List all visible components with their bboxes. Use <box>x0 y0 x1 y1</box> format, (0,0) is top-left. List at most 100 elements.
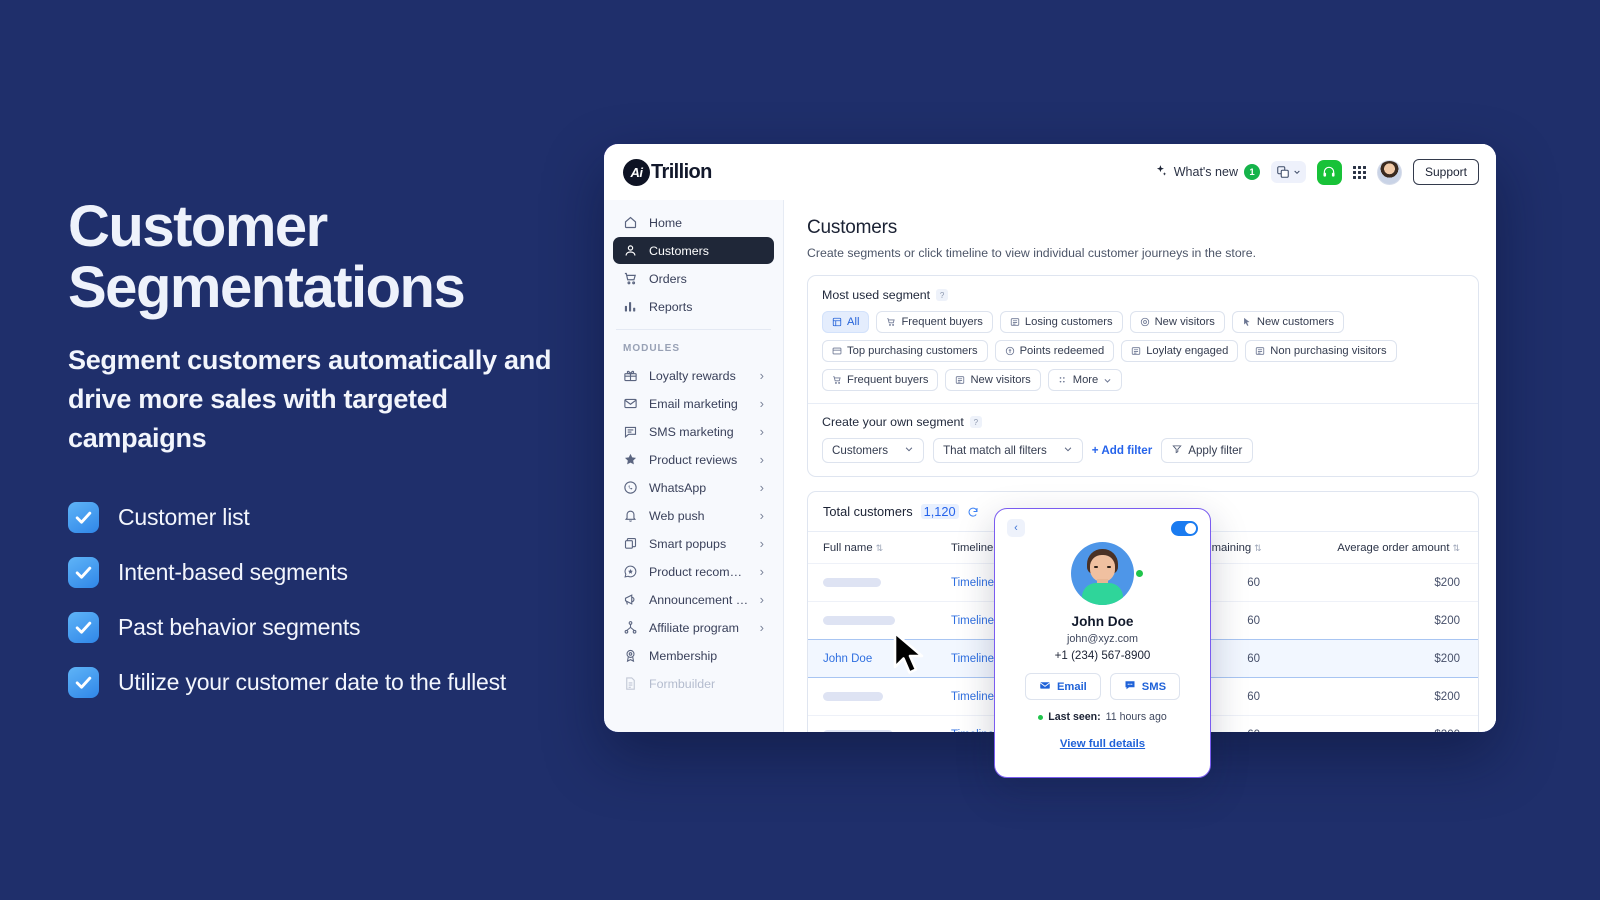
chevron-right-icon: › <box>759 620 764 635</box>
sms-button[interactable]: SMS <box>1109 673 1181 700</box>
refresh-icon[interactable] <box>967 506 979 518</box>
last-seen-label: Last seen: <box>1048 711 1101 723</box>
sms-button-label: SMS <box>1141 680 1167 693</box>
sparkle-icon <box>1154 164 1168 181</box>
segment-chip-loyalty-engaged[interactable]: Loylaty engaged <box>1121 340 1239 362</box>
match-select[interactable]: That match all filters <box>933 438 1083 463</box>
check-icon <box>68 666 99 698</box>
name-placeholder <box>823 730 893 732</box>
sidebar-item-customers[interactable]: Customers <box>613 237 774 264</box>
chat-icon <box>623 424 638 439</box>
grid-apps-icon[interactable] <box>1352 165 1366 179</box>
help-icon[interactable]: ? <box>936 289 949 301</box>
list-item: Customer list <box>68 501 588 533</box>
logo-mark-icon: Ai <box>623 158 650 186</box>
whatsapp-icon <box>623 480 638 495</box>
sidebar-item-label: Smart popups <box>649 536 727 551</box>
home-icon <box>623 215 638 230</box>
help-icon[interactable]: ? <box>969 416 982 428</box>
chevron-right-icon: › <box>759 396 764 411</box>
badge-icon <box>623 648 638 663</box>
sidebar-item-label: Web push <box>649 508 705 523</box>
envelope-icon <box>1039 679 1051 694</box>
chip-label: New visitors <box>970 374 1031 386</box>
sidebar-item-sms-marketing[interactable]: SMS marketing › <box>613 418 774 445</box>
sidebar-item-email-marketing[interactable]: Email marketing › <box>613 390 774 417</box>
sidebar-item-home[interactable]: Home <box>613 209 774 236</box>
check-icon <box>68 611 99 643</box>
segment-chip-new-visitors-2[interactable]: New visitors <box>945 369 1041 391</box>
cell-avg-order: $200 <box>1278 601 1478 640</box>
sidebar-item-web-push[interactable]: Web push › <box>613 502 774 529</box>
column-full-name[interactable]: Full name ⇅ <box>808 532 936 564</box>
sort-icon: ⇅ <box>1452 543 1460 553</box>
bar-chart-icon <box>623 299 638 314</box>
segment-card: Most used segment ? All Frequent buyers <box>807 275 1479 477</box>
sidebar-item-formbuilder[interactable]: Formbuilder › <box>613 670 794 697</box>
label-text: Most used segment <box>822 288 931 302</box>
email-button[interactable]: Email <box>1024 673 1101 700</box>
filter-row: Customers That match all filters + Add f… <box>822 438 1464 463</box>
popup-toggle[interactable] <box>1171 520 1198 536</box>
avatar-eye-left <box>1094 566 1098 568</box>
status-dot-icon <box>1038 714 1044 720</box>
sidebar-item-label: Product recomme... <box>649 564 749 579</box>
headline-line-2: Segmentations <box>68 255 466 321</box>
sidebar-item-membership[interactable]: Membership › <box>613 642 794 669</box>
headset-icon[interactable] <box>1316 159 1342 185</box>
sidebar-item-whatsapp[interactable]: WhatsApp › <box>613 474 774 501</box>
add-filter-button[interactable]: + Add filter <box>1092 444 1152 457</box>
brand-logo[interactable]: Ai Trillion <box>623 158 712 186</box>
sidebar-item-product-recommendations[interactable]: Product recomme... › <box>613 558 774 585</box>
sidebar-item-label: Affiliate program <box>649 620 739 635</box>
segment-chip-frequent-buyers[interactable]: Frequent buyers <box>876 311 993 333</box>
sidebar-item-label: Orders <box>649 271 687 286</box>
chip-label: Top purchasing customers <box>847 345 978 357</box>
cell-full-name <box>808 563 936 602</box>
chevron-down-icon <box>904 444 914 457</box>
sidebar-item-affiliate-program[interactable]: Affiliate program › <box>613 614 774 641</box>
segment-chip-more[interactable]: More <box>1047 369 1123 391</box>
sidebar-item-reports[interactable]: Reports <box>613 293 774 320</box>
list-icon <box>1131 346 1141 356</box>
support-button[interactable]: Support <box>1412 159 1479 185</box>
segment-chip-points-redeemed[interactable]: Points redeemed <box>994 340 1115 362</box>
customer-name: John Doe <box>1071 614 1134 629</box>
sidebar-item-label: Membership <box>649 648 718 663</box>
translate-icon[interactable] <box>1270 161 1306 183</box>
match-select-value: That match all filters <box>943 444 1047 457</box>
sidebar-item-smart-popups[interactable]: Smart popups › <box>613 530 774 557</box>
chip-label: Loylaty engaged <box>1146 345 1229 357</box>
name-placeholder <box>823 578 881 587</box>
segment-chip-new-visitors[interactable]: New visitors <box>1129 311 1225 333</box>
column-average-order-amount[interactable]: Average order amount ⇅ <box>1278 532 1478 564</box>
gift-icon <box>623 368 638 383</box>
segment-chip-frequent-buyers-2[interactable]: Frequent buyers <box>822 369 939 391</box>
whats-new-button[interactable]: What's new 1 <box>1154 164 1260 181</box>
total-customers-label: Total customers <box>823 504 913 519</box>
entity-select[interactable]: Customers <box>822 438 925 463</box>
chip-label: More <box>1072 374 1099 386</box>
page-subtitle: Create segments or click timeline to vie… <box>807 246 1257 260</box>
bell-icon <box>623 508 638 523</box>
segment-chip-losing-customers[interactable]: Losing customers <box>999 311 1123 333</box>
most-used-segment-label: Most used segment ? <box>822 288 1464 302</box>
segment-chip-top-purchasing-customers[interactable]: Top purchasing customers <box>822 340 988 362</box>
customer-phone: +1 (234) 567-8900 <box>1054 649 1151 662</box>
segment-chip-non-purchasing-visitors[interactable]: Non purchasing visitors <box>1245 340 1397 362</box>
sidebar-item-announcement-bar[interactable]: Announcement bar › <box>613 586 774 613</box>
chip-label: Points redeemed <box>1019 345 1105 357</box>
feature-label: Customer list <box>118 503 250 530</box>
sidebar-item-product-reviews[interactable]: Product reviews › <box>613 446 774 473</box>
sidebar-item-loyalty-rewards[interactable]: Loyalty rewards › <box>613 362 774 389</box>
apply-filter-button[interactable]: Apply filter <box>1161 438 1254 463</box>
avatar[interactable] <box>1376 159 1402 185</box>
segment-chip-all[interactable]: All <box>822 311 870 333</box>
chevron-left-icon[interactable]: ‹ <box>1007 519 1025 537</box>
segment-chip-new-customers[interactable]: New customers <box>1231 311 1344 333</box>
cell-avg-order: $200 <box>1278 677 1478 716</box>
sidebar-item-orders[interactable]: Orders <box>613 265 774 292</box>
sidebar-item-label: Formbuilder <box>649 676 716 691</box>
view-full-details-link[interactable]: View full details <box>1007 738 1198 750</box>
list-icon <box>955 375 965 385</box>
